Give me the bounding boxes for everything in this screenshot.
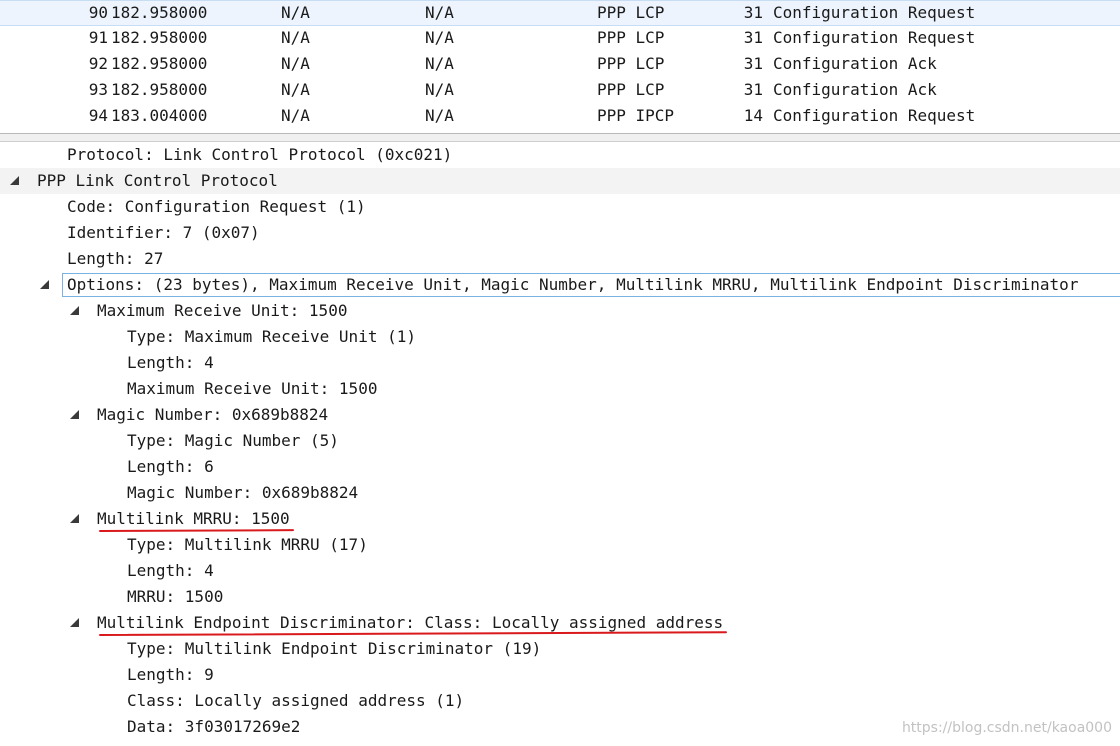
packet-number: 91 bbox=[88, 28, 108, 47]
tree-row-label: Type: Multilink MRRU (17) bbox=[127, 535, 368, 554]
tree-row[interactable]: Type: Maximum Receive Unit (1) bbox=[0, 324, 1120, 350]
packet-protocol: PPP LCP bbox=[597, 54, 665, 73]
tree-row[interactable]: Maximum Receive Unit: 1500 bbox=[0, 376, 1120, 402]
tree-row-label: Length: 6 bbox=[127, 457, 214, 476]
expanded-triangle-icon[interactable] bbox=[70, 618, 79, 627]
tree-row-label: Length: 4 bbox=[127, 561, 214, 580]
packet-row[interactable]: 91 182.958000 N/A N/A PPP LCP 31 Configuration… bbox=[0, 26, 1120, 52]
packet-time: 182.958000 bbox=[111, 28, 208, 47]
tree-row-label: Data: 3f03017269e2 bbox=[127, 717, 301, 736]
expanded-triangle-icon[interactable] bbox=[70, 410, 79, 419]
packet-number: 92 bbox=[88, 54, 108, 73]
packet-row[interactable]: 94 183.004000 N/A N/A PPP IPCP 14 Configuratio… bbox=[0, 104, 1120, 130]
packet-length: 14 bbox=[743, 106, 763, 125]
tree-row-label: Length: 27 bbox=[67, 249, 164, 268]
tree-row[interactable]: Length: 27 bbox=[0, 246, 1120, 272]
tree-row-label: Type: Magic Number (5) bbox=[127, 431, 339, 450]
packet-length: 31 bbox=[743, 3, 763, 22]
tree-row-label: Class: Locally assigned address (1) bbox=[127, 691, 465, 710]
tree-row-label: PPP Link Control Protocol bbox=[37, 171, 278, 190]
tree-row-label: Length: 9 bbox=[127, 665, 214, 684]
packet-time: 183.004000 bbox=[111, 106, 208, 125]
packet-source: N/A bbox=[281, 28, 310, 47]
packet-row[interactable]: 90 182.958000 N/A N/A PPP LCP 31 Configuration… bbox=[0, 0, 1120, 26]
packet-protocol: PPP LCP bbox=[597, 28, 665, 47]
tree-row[interactable]: Length: 4 bbox=[0, 350, 1120, 376]
tree-row[interactable]: Class: Locally assigned address (1) bbox=[0, 688, 1120, 714]
packet-info: Configuration Request bbox=[773, 3, 976, 22]
tree-row[interactable]: Maximum Receive Unit: 1500 bbox=[0, 298, 1120, 324]
tree-row-label: Length: 4 bbox=[127, 353, 214, 372]
packet-number: 93 bbox=[88, 80, 108, 99]
tree-row-label: MRRU: 1500 bbox=[127, 587, 224, 606]
packet-info: Configuration Request bbox=[773, 106, 976, 125]
packet-info: Configuration Ack bbox=[773, 80, 937, 99]
packet-time: 182.958000 bbox=[111, 54, 208, 73]
tree-row-label: Maximum Receive Unit: 1500 bbox=[127, 379, 378, 398]
tree-row-label: Code: Configuration Request (1) bbox=[67, 197, 366, 216]
packet-source: N/A bbox=[281, 3, 310, 22]
tree-row[interactable]: Length: 9 bbox=[0, 662, 1120, 688]
tree-row[interactable]: MRRU: 1500 bbox=[0, 584, 1120, 610]
packet-length: 31 bbox=[743, 54, 763, 73]
packet-destination: N/A bbox=[425, 54, 454, 73]
tree-row[interactable]: Length: 6 bbox=[0, 454, 1120, 480]
tree-row[interactable]: Type: Multilink Endpoint Discriminator (… bbox=[0, 636, 1120, 662]
tree-row[interactable]: Magic Number: 0x689b8824 bbox=[0, 480, 1120, 506]
expanded-triangle-icon[interactable] bbox=[70, 306, 79, 315]
tree-row[interactable]: Identifier: 7 (0x07) bbox=[0, 220, 1120, 246]
packet-destination: N/A bbox=[425, 28, 454, 47]
tree-row[interactable]: Protocol: Link Control Protocol (0xc021) bbox=[0, 142, 1120, 168]
tree-row[interactable]: PPP Link Control Protocol bbox=[0, 168, 1120, 194]
tree-row[interactable]: Length: 4 bbox=[0, 558, 1120, 584]
packet-number: 90 bbox=[88, 3, 108, 22]
packet-number: 94 bbox=[88, 106, 108, 125]
watermark: https://blog.csdn.net/kaoa000 bbox=[901, 720, 1112, 736]
packet-destination: N/A bbox=[425, 106, 454, 125]
packet-length: 31 bbox=[743, 80, 763, 99]
packet-row[interactable]: 93 182.958000 N/A N/A PPP LCP 31 Configuration… bbox=[0, 78, 1120, 104]
tree-row[interactable]: Type: Magic Number (5) bbox=[0, 428, 1120, 454]
expanded-triangle-icon[interactable] bbox=[70, 514, 79, 523]
pane-splitter[interactable] bbox=[0, 133, 1120, 142]
tree-row-label: Multilink MRRU: 1500 bbox=[97, 509, 290, 528]
packet-info: Configuration Request bbox=[773, 28, 976, 47]
packet-source: N/A bbox=[281, 54, 310, 73]
tree-row-label: Magic Number: 0x689b8824 bbox=[127, 483, 359, 502]
packet-source: N/A bbox=[281, 80, 310, 99]
packet-info: Configuration Ack bbox=[773, 54, 937, 73]
expanded-triangle-icon[interactable] bbox=[10, 176, 19, 185]
tree-row[interactable]: Multilink MRRU: 1500 bbox=[0, 506, 1120, 532]
tree-row-label: Type: Multilink Endpoint Discriminator (… bbox=[127, 639, 542, 658]
tree-row[interactable]: Magic Number: 0x689b8824 bbox=[0, 402, 1120, 428]
tree-row[interactable]: Type: Multilink MRRU (17) bbox=[0, 532, 1120, 558]
packet-source: N/A bbox=[281, 106, 310, 125]
packet-details-tree: Protocol: Link Control Protocol (0xc021)… bbox=[0, 142, 1120, 746]
expanded-triangle-icon[interactable] bbox=[40, 280, 49, 289]
tree-row[interactable]: Code: Configuration Request (1) bbox=[0, 194, 1120, 220]
packet-protocol: PPP LCP bbox=[597, 80, 665, 99]
tree-row-label: Type: Maximum Receive Unit (1) bbox=[127, 327, 416, 346]
packet-list: 90 182.958000 N/A N/A PPP LCP 31 Configuration… bbox=[0, 0, 1120, 133]
packet-time: 182.958000 bbox=[111, 80, 208, 99]
tree-row-label: Options: (23 bytes), Maximum Receive Uni… bbox=[67, 275, 1079, 294]
packet-protocol: PPP LCP bbox=[597, 3, 665, 22]
packet-row[interactable]: 92 182.958000 N/A N/A PPP LCP 31 Configuration… bbox=[0, 52, 1120, 78]
packet-length: 31 bbox=[743, 28, 763, 47]
tree-row-label: Maximum Receive Unit: 1500 bbox=[97, 301, 348, 320]
packet-destination: N/A bbox=[425, 3, 454, 22]
packet-destination: N/A bbox=[425, 80, 454, 99]
tree-row-label: Magic Number: 0x689b8824 bbox=[97, 405, 329, 424]
tree-row-label: Identifier: 7 (0x07) bbox=[67, 223, 260, 242]
packet-time: 182.958000 bbox=[111, 3, 208, 22]
tree-row[interactable]: Options: (23 bytes), Maximum Receive Uni… bbox=[0, 272, 1120, 298]
tree-row-label: Protocol: Link Control Protocol (0xc021) bbox=[67, 145, 453, 164]
packet-protocol: PPP IPCP bbox=[597, 106, 675, 125]
